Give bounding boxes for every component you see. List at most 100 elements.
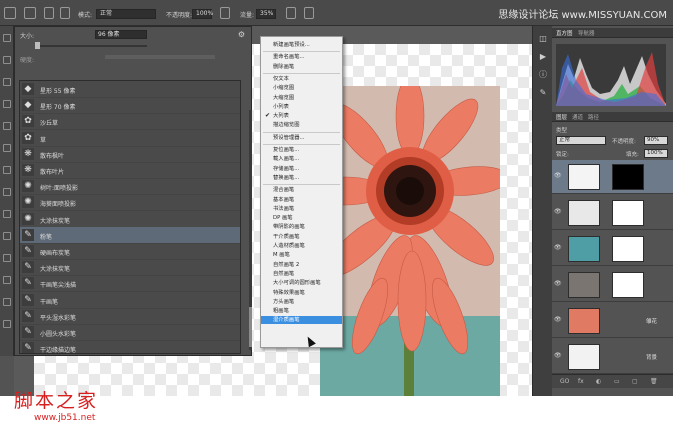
layer-mask-thumbnail[interactable] (612, 164, 644, 190)
flyout-menu-item[interactable]: ✔ 大列表 (261, 112, 342, 120)
brush-panel-toggle-icon[interactable] (44, 7, 54, 19)
flyout-menu-item[interactable]: 干介质画笔 (261, 233, 342, 241)
tab-layers[interactable]: 图层 (556, 113, 567, 121)
layers-footer-icon[interactable]: 🗑 (650, 378, 658, 385)
flower-photo[interactable] (320, 86, 500, 406)
flyout-menu-item[interactable]: 大小可调的圆形画笔 (261, 279, 342, 287)
layer-row[interactable]: 👁 (552, 232, 673, 266)
flyout-menu-item[interactable]: 小缩览图 (261, 84, 342, 92)
brush-preset-row[interactable]: ◆ 星形 55 像素 (20, 81, 240, 98)
actions-icon[interactable]: ▶ (538, 52, 548, 62)
layers-footer-icon[interactable]: ▭ (614, 378, 620, 385)
opacity-field[interactable]: 100% (192, 9, 213, 19)
history-icon[interactable]: ◫ (538, 34, 548, 44)
flyout-menu-item[interactable]: M 画笔 (261, 251, 342, 259)
kind-filter-label[interactable]: 类型 (556, 126, 567, 134)
flyout-menu-item[interactable]: 人造材质画笔 (261, 242, 342, 250)
flyout-menu-item[interactable]: 预设管理器... (261, 134, 342, 142)
flyout-menu-item[interactable]: 书法画笔 (261, 205, 342, 213)
brush-preset-row[interactable]: ❋ 散布枫叶 (20, 146, 240, 163)
layer-mask-thumbnail[interactable] (612, 236, 644, 262)
flyout-menu-item[interactable]: 粗画笔 (261, 307, 342, 315)
brush-preset-row[interactable]: ✎ 干画笔尖浅描 (20, 275, 240, 293)
pen-tool-icon[interactable] (3, 320, 11, 328)
blend-mode-select[interactable]: 正常 (556, 136, 606, 145)
tab-paths[interactable]: 路径 (588, 113, 599, 121)
layer-thumbnail[interactable] (568, 164, 600, 190)
brush-preset-row[interactable]: ✎ 硬画布炭笔 (20, 243, 240, 260)
layer-row[interactable]: 👁 雏花 (552, 304, 673, 338)
layer-opacity-field[interactable]: 90% (644, 136, 668, 145)
flyout-menu-item[interactable]: 复位画笔... (261, 146, 342, 154)
size-slider[interactable] (37, 45, 147, 47)
layer-thumbnail[interactable] (568, 200, 600, 226)
layers-footer-icon[interactable]: ▢ (632, 378, 638, 385)
layer-row[interactable]: 👁 (552, 196, 673, 230)
gradient-tool-icon[interactable] (3, 276, 11, 284)
layer-thumbnail[interactable] (568, 236, 600, 262)
brush-tool-icon[interactable] (4, 7, 16, 19)
move-tool-icon[interactable] (3, 34, 11, 42)
brush-panel-icon[interactable]: ✎ (538, 88, 548, 98)
tab-navigator[interactable]: 导航器 (578, 29, 595, 37)
stamp-tool-icon[interactable] (3, 210, 11, 218)
clone-source-icon[interactable] (60, 7, 70, 19)
eraser-tool-icon[interactable] (3, 254, 11, 262)
flyout-menu-item[interactable]: 混合画笔 (261, 186, 342, 194)
brush-preset-row[interactable]: ✎ 粉笔 (20, 226, 240, 244)
flyout-menu-item[interactable]: 删除画笔 (261, 63, 342, 71)
layer-row[interactable]: 👁 背景 (552, 340, 673, 374)
history-brush-tool-icon[interactable] (3, 232, 11, 240)
pressure-size-icon[interactable] (304, 7, 314, 19)
brush-tool-icon[interactable] (3, 188, 11, 196)
brush-preset-row[interactable]: ✎ 干边缘描边笔 (20, 340, 240, 353)
flyout-menu-item[interactable]: 小列表 (261, 103, 342, 111)
layer-thumbnail[interactable] (568, 272, 600, 298)
flyout-menu-item[interactable]: 重命名画笔... (261, 53, 342, 61)
layer-thumbnail[interactable] (568, 344, 600, 370)
flyout-menu-item[interactable]: 湿介质画笔 (261, 316, 342, 325)
size-slider-knob[interactable] (35, 42, 40, 49)
eye-icon[interactable]: 👁 (554, 172, 562, 179)
brush-preset-row[interactable]: ✎ 小圆头水彩笔 (20, 324, 240, 341)
airbrush-icon[interactable] (286, 7, 296, 19)
brush-preset-row[interactable]: ✎ 大涂抹炭笔 (20, 259, 240, 277)
layers-footer-icon[interactable]: fx (578, 378, 584, 385)
crop-tool-icon[interactable] (3, 122, 11, 130)
eye-icon[interactable]: 👁 (554, 352, 562, 359)
flyout-menu-item[interactable]: 替换画笔... (261, 174, 342, 182)
dodge-tool-icon[interactable] (3, 298, 11, 306)
layer-thumbnail[interactable] (568, 308, 600, 334)
brush-preset-row[interactable]: ✺ 树叶:面喷投影 (20, 178, 240, 196)
flyout-menu-item[interactable]: DP 画笔 (261, 214, 342, 222)
healing-tool-icon[interactable] (3, 166, 11, 174)
flow-field[interactable]: 35% (256, 9, 276, 19)
layers-footer-icon[interactable]: GO (560, 378, 569, 385)
tab-histogram[interactable]: 直方图 (556, 29, 573, 37)
brush-preset-picker-icon[interactable] (24, 7, 36, 19)
brush-preset-row[interactable]: ✺ 大涂抹炭笔 (20, 211, 240, 228)
eye-icon[interactable]: 👁 (554, 208, 562, 215)
eyedropper-tool-icon[interactable] (3, 144, 11, 152)
flyout-menu-item[interactable]: 仅文本 (261, 75, 342, 83)
eye-icon[interactable]: 👁 (554, 316, 562, 323)
brush-list-scrollbar-thumb[interactable] (249, 307, 252, 347)
flyout-menu-item[interactable]: 基本画笔 (261, 196, 342, 204)
mode-select[interactable]: 正常 (96, 9, 156, 19)
brush-preset-row[interactable]: ✺ 海葵面喷投影 (20, 194, 240, 212)
brush-preset-row[interactable]: ✎ 平头湿水彩笔 (20, 308, 240, 325)
flyout-menu-item[interactable]: 自然画笔 (261, 270, 342, 278)
flyout-menu-item[interactable]: 存储画笔... (261, 165, 342, 173)
eye-icon[interactable]: 👁 (554, 244, 562, 251)
gear-icon[interactable]: ⚙ (237, 30, 246, 39)
brush-preset-row[interactable]: ✎ 干画笔 (20, 292, 240, 309)
quick-select-tool-icon[interactable] (3, 100, 11, 108)
tab-channels[interactable]: 通道 (572, 113, 583, 121)
brush-preset-row[interactable]: ◆ 星形 70 像素 (20, 97, 240, 115)
layers-footer-icon[interactable]: ◐ (596, 378, 601, 385)
brush-preset-row[interactable]: ✿ 沙丘草 (20, 113, 240, 131)
eye-icon[interactable]: 👁 (554, 280, 562, 287)
layer-mask-thumbnail[interactable] (612, 200, 644, 226)
layer-row[interactable]: 👁 (552, 268, 673, 302)
info-icon[interactable]: ⓘ (538, 70, 548, 80)
